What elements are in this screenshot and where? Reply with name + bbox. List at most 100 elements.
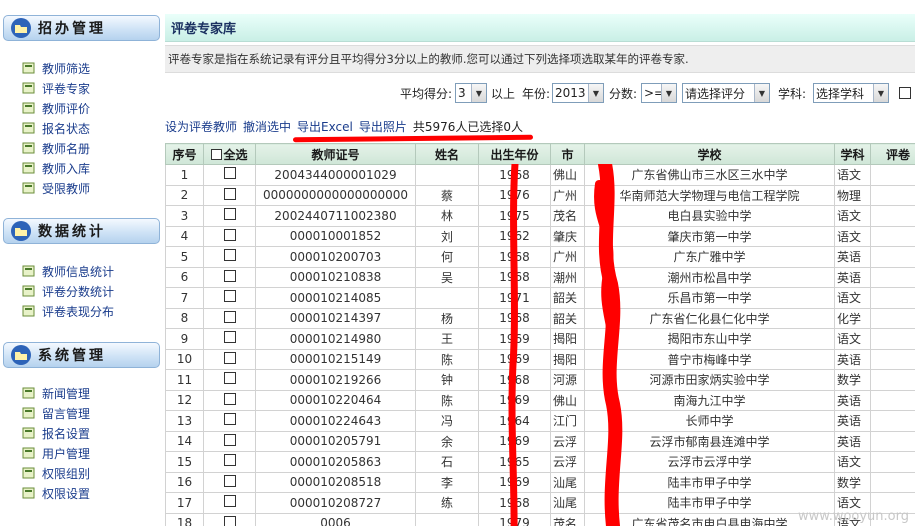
- sidebar-menu: 教师筛选 评卷专家 教师评价 报名状态 教师名册 教师入库 受限教师: [22, 58, 157, 198]
- row-select-checkbox[interactable]: [223, 495, 236, 508]
- row-index-cell: 13: [165, 410, 204, 432]
- row-select-checkbox[interactable]: [223, 454, 236, 467]
- teacher-name-cell: 刘: [415, 225, 479, 247]
- row-select-checkbox[interactable]: [223, 290, 236, 303]
- sidebar-item[interactable]: 评卷专家: [22, 78, 157, 98]
- col-header-select-all[interactable]: 全选: [203, 143, 256, 165]
- row-select-checkbox[interactable]: [223, 208, 236, 221]
- select-all-checkbox[interactable]: [211, 148, 223, 160]
- row-select-checkbox[interactable]: [223, 228, 236, 241]
- sidebar-item[interactable]: 留言管理: [22, 403, 157, 423]
- row-checkbox-cell[interactable]: [203, 451, 256, 473]
- export-photo-link[interactable]: 导出照片: [359, 118, 407, 135]
- sidebar-item[interactable]: 报名状态: [22, 118, 157, 138]
- sidebar-item[interactable]: 受限教师: [22, 178, 157, 198]
- table-row: 9 000010214980 王 1969 揭阳 揭阳市东山中学 语文: [165, 328, 915, 350]
- subject-cell: 英语: [834, 348, 871, 370]
- dropdown-arrow-icon: ▼: [873, 84, 888, 102]
- year-select[interactable]: 2013 ▼: [552, 83, 604, 103]
- city-cell: 肇庆: [550, 225, 585, 247]
- row-checkbox-cell[interactable]: [203, 225, 256, 247]
- sidebar-item[interactable]: 权限组别: [22, 463, 157, 483]
- row-select-checkbox[interactable]: [223, 249, 236, 262]
- cert-number-cell: 0006: [255, 512, 416, 526]
- row-checkbox-cell[interactable]: [203, 348, 256, 370]
- row-select-checkbox[interactable]: [223, 269, 236, 282]
- subject-cell: 英语: [834, 389, 871, 411]
- sidebar-section-title: 招办管理: [38, 21, 106, 37]
- sidebar-item[interactable]: 新闻管理: [22, 383, 157, 403]
- city-cell: 茂名: [550, 512, 585, 526]
- row-checkbox-cell[interactable]: [203, 512, 256, 526]
- row-checkbox-cell[interactable]: [203, 164, 256, 186]
- sidebar-section-header[interactable]: 数据统计: [3, 218, 160, 244]
- birth-year-cell: 1969: [478, 471, 551, 493]
- row-checkbox-cell[interactable]: [203, 266, 256, 288]
- row-select-checkbox[interactable]: [223, 433, 236, 446]
- row-select-checkbox[interactable]: [223, 187, 236, 200]
- city-cell: 河源: [550, 369, 585, 391]
- teacher-name-cell: 陈: [415, 389, 479, 411]
- row-select-checkbox[interactable]: [223, 351, 236, 364]
- sidebar-item[interactable]: 教师名册: [22, 138, 157, 158]
- sidebar-item[interactable]: 权限设置: [22, 483, 157, 503]
- row-checkbox-cell[interactable]: [203, 307, 256, 329]
- teacher-name-cell: 余: [415, 430, 479, 452]
- row-select-checkbox[interactable]: [223, 167, 236, 180]
- row-checkbox-cell[interactable]: [203, 410, 256, 432]
- col-header-name: 姓名: [415, 143, 479, 165]
- sidebar-item[interactable]: 用户管理: [22, 443, 157, 463]
- set-expert-link[interactable]: 设为评卷教师: [165, 118, 237, 135]
- sidebar-item[interactable]: 教师筛选: [22, 58, 157, 78]
- school-cell: 华南师范大学物理与电信工程学院: [584, 184, 835, 206]
- menu-page-icon: [22, 285, 35, 297]
- sidebar-item[interactable]: 教师评价: [22, 98, 157, 118]
- grading-cell: [870, 164, 915, 186]
- row-checkbox-cell[interactable]: [203, 328, 256, 350]
- sidebar-item[interactable]: 评卷表现分布: [22, 301, 157, 321]
- sidebar-section-header[interactable]: 招办管理: [3, 15, 160, 41]
- row-select-checkbox[interactable]: [223, 515, 236, 526]
- row-checkbox-cell[interactable]: [203, 389, 256, 411]
- sidebar-item[interactable]: 教师入库: [22, 158, 157, 178]
- filter-checkbox[interactable]: [899, 87, 911, 99]
- unselect-link[interactable]: 撤消选中: [243, 118, 291, 135]
- row-checkbox-cell[interactable]: [203, 430, 256, 452]
- sidebar-section-header[interactable]: 系统管理: [3, 342, 160, 368]
- row-checkbox-cell[interactable]: [203, 205, 256, 227]
- row-index-cell: 15: [165, 451, 204, 473]
- city-cell: 云浮: [550, 430, 585, 452]
- score-select[interactable]: 请选择评分 ▼: [682, 83, 770, 103]
- row-checkbox-cell[interactable]: [203, 471, 256, 493]
- row-checkbox-cell[interactable]: [203, 492, 256, 514]
- sidebar-item[interactable]: 报名设置: [22, 423, 157, 443]
- grading-cell: [870, 430, 915, 452]
- menu-page-icon: [22, 182, 35, 194]
- sidebar-item[interactable]: 评卷分数统计: [22, 281, 157, 301]
- year-value: 2013: [555, 86, 586, 100]
- row-select-checkbox[interactable]: [223, 413, 236, 426]
- row-checkbox-cell[interactable]: [203, 246, 256, 268]
- row-select-checkbox[interactable]: [223, 392, 236, 405]
- grading-cell: [870, 471, 915, 493]
- subject-select[interactable]: 选择学科 ▼: [813, 83, 889, 103]
- table-row: 6 000010210838 吴 1968 潮州 潮州市松昌中学 英语: [165, 266, 915, 288]
- row-index-cell: 11: [165, 369, 204, 391]
- row-select-checkbox[interactable]: [223, 310, 236, 323]
- row-select-checkbox[interactable]: [223, 474, 236, 487]
- sidebar-item[interactable]: 教师信息统计: [22, 261, 157, 281]
- export-excel-link[interactable]: 导出Excel: [297, 118, 353, 135]
- avg-score-select[interactable]: 3 ▼: [455, 83, 487, 103]
- table-row: 10 000010215149 陈 1969 揭阳 普宁市梅峰中学 英语: [165, 348, 915, 370]
- row-checkbox-cell[interactable]: [203, 287, 256, 309]
- row-checkbox-cell[interactable]: [203, 184, 256, 206]
- birth-year-cell: 1968: [478, 266, 551, 288]
- birth-year-cell: 1971: [478, 287, 551, 309]
- row-checkbox-cell[interactable]: [203, 369, 256, 391]
- row-select-checkbox[interactable]: [223, 331, 236, 344]
- sidebar-item-label: 评卷分数统计: [42, 284, 115, 299]
- row-select-checkbox[interactable]: [223, 372, 236, 385]
- score-operator-select[interactable]: >= ▼: [641, 83, 677, 103]
- section-folder-icon: [11, 345, 31, 365]
- sidebar-item-label: 评卷表现分布: [42, 304, 115, 319]
